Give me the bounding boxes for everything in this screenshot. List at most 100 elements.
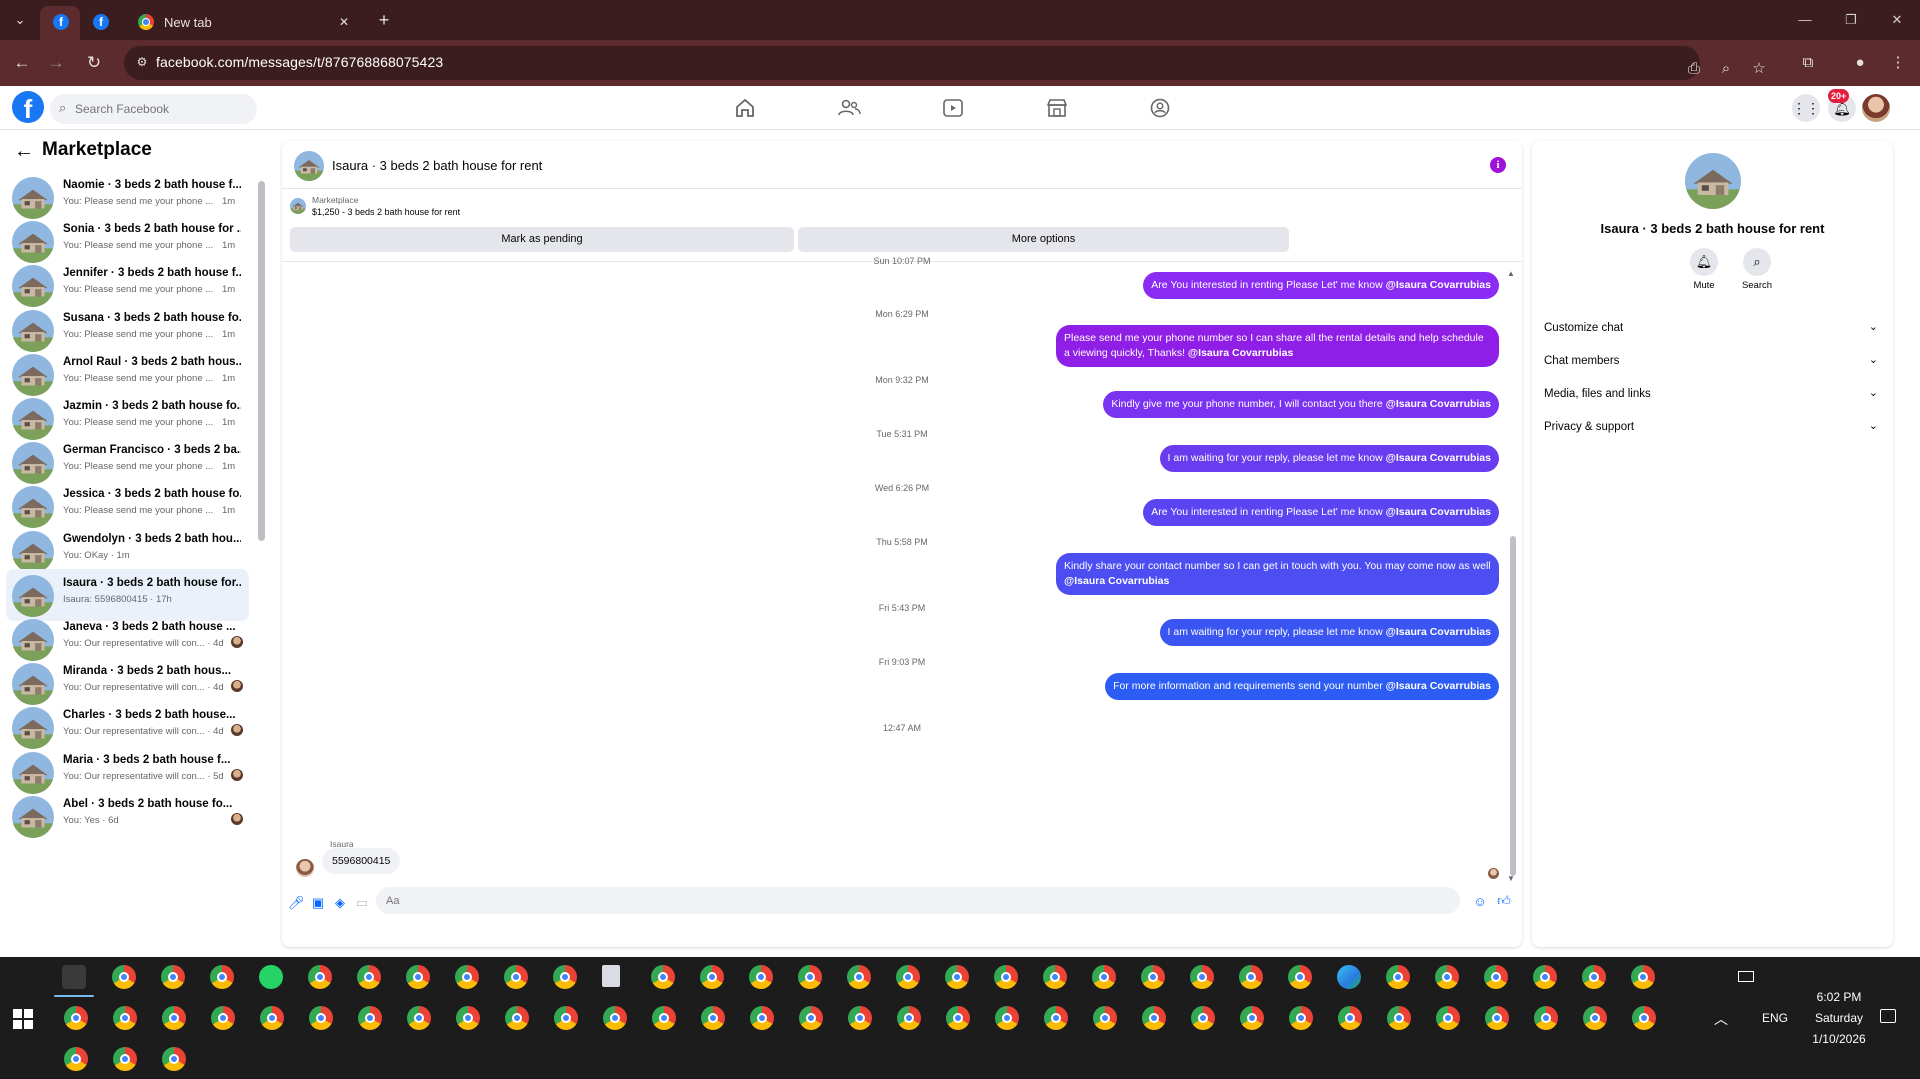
search-conversation-button[interactable]: ⌕ Search [1737, 248, 1777, 291]
listing-thumbnail[interactable] [294, 151, 324, 181]
chrome-icon[interactable] [113, 1047, 137, 1071]
minimize-button[interactable]: — [1790, 8, 1820, 32]
back-arrow-icon[interactable]: ← [14, 140, 34, 162]
chrome-icon[interactable] [994, 965, 1018, 989]
document-app-icon[interactable] [602, 965, 620, 987]
chrome-icon[interactable] [651, 965, 675, 989]
pinned-app-icon[interactable] [62, 965, 86, 989]
chrome-icon[interactable] [1092, 965, 1116, 989]
chrome-icon[interactable] [1485, 1006, 1509, 1030]
chrome-icon[interactable] [946, 1006, 970, 1030]
notification-center-icon[interactable] [1880, 1009, 1896, 1023]
mention-link[interactable]: @Isaura Covarrubias [1064, 575, 1169, 587]
outgoing-message-bubble[interactable]: Are You interested in renting Please Let… [1143, 272, 1499, 300]
chrome-icon[interactable] [161, 965, 185, 989]
chrome-icon[interactable] [652, 1006, 676, 1030]
mention-link[interactable]: @Isaura Covarrubias [1386, 626, 1491, 638]
outgoing-message-bubble[interactable]: Kindly share your contact number so I ca… [1056, 553, 1499, 596]
emoji-icon[interactable]: ☺ [1472, 894, 1488, 910]
chrome-icon[interactable] [1631, 965, 1655, 989]
marketplace-icon[interactable] [1043, 94, 1071, 122]
chrome-icon[interactable] [1142, 1006, 1166, 1030]
chrome-icon[interactable] [897, 1006, 921, 1030]
chrome-icon[interactable] [406, 965, 430, 989]
tab-new-tab[interactable]: New tab ✕ [126, 6, 360, 40]
chrome-icon[interactable] [1583, 1006, 1607, 1030]
mention-link[interactable]: @Isaura Covarrubias [1386, 452, 1491, 464]
chrome-icon[interactable] [1533, 965, 1557, 989]
chrome-icon[interactable] [896, 965, 920, 989]
outgoing-message-bubble[interactable]: For more information and requirements se… [1105, 673, 1499, 701]
chrome-icon[interactable] [1484, 965, 1508, 989]
chrome-icon[interactable] [162, 1047, 186, 1071]
chrome-icon[interactable] [798, 965, 822, 989]
restore-button[interactable]: ❐ [1836, 8, 1866, 32]
chat-members-row[interactable]: Chat members ⌄ [1544, 350, 1878, 374]
listing-price-title[interactable]: $1,250 - 3 beds 2 bath house for rent [312, 207, 460, 217]
page-scrollbar[interactable] [1906, 130, 1920, 957]
friends-icon[interactable] [835, 94, 863, 122]
chrome-icon[interactable] [750, 1006, 774, 1030]
chrome-icon[interactable] [504, 965, 528, 989]
chrome-icon[interactable] [1043, 965, 1067, 989]
outgoing-message-bubble[interactable]: I am waiting for your reply, please let … [1159, 445, 1499, 473]
more-menu-icon[interactable]: ⋮ [1886, 51, 1910, 75]
mark-as-pending-button[interactable]: Mark as pending [290, 227, 794, 252]
outgoing-message-bubble[interactable]: Please send me your phone number so I ca… [1056, 325, 1499, 368]
video-icon[interactable] [939, 94, 967, 122]
message-scroll-thumb[interactable] [1510, 536, 1516, 876]
tray-chevron-up-icon[interactable]: ︿ [1714, 1009, 1728, 1029]
microphone-icon[interactable]: 🎤︎ [288, 895, 305, 911]
chrome-icon[interactable] [1044, 1006, 1068, 1030]
chrome-icon[interactable] [847, 965, 871, 989]
back-button[interactable]: ← [8, 49, 36, 77]
forward-button[interactable]: → [42, 49, 70, 77]
scroll-up-arrow-icon[interactable]: ▲ [1507, 269, 1515, 278]
chrome-icon[interactable] [357, 965, 381, 989]
tab-facebook-1[interactable]: f [40, 6, 80, 40]
close-icon[interactable]: ✕ [334, 12, 354, 32]
chrome-icon[interactable] [1582, 965, 1606, 989]
customize-chat-row[interactable]: Customize chat ⌄ [1544, 317, 1878, 341]
facebook-search[interactable]: ⌕ [50, 94, 257, 124]
chrome-icon[interactable] [309, 1006, 333, 1030]
clock-date[interactable]: 1/10/2026 [1804, 1032, 1874, 1046]
chrome-icon[interactable] [554, 1006, 578, 1030]
chrome-icon[interactable] [1338, 1006, 1362, 1030]
chrome-icon[interactable] [1534, 1006, 1558, 1030]
chat-title[interactable]: Isaura · 3 beds 2 bath house for rent [332, 158, 542, 173]
privacy-support-row[interactable]: Privacy & support ⌄ [1544, 416, 1878, 440]
chrome-icon[interactable] [64, 1006, 88, 1030]
sticker-icon[interactable]: ◈ [332, 895, 348, 911]
mute-button[interactable]: 🔔︎ Mute [1684, 248, 1724, 291]
chrome-icon[interactable] [505, 1006, 529, 1030]
mention-link[interactable]: @Isaura Covarrubias [1386, 398, 1491, 410]
chrome-icon[interactable] [701, 1006, 725, 1030]
media-files-links-row[interactable]: Media, files and links ⌄ [1544, 383, 1878, 407]
whatsapp-icon[interactable] [259, 965, 283, 989]
listing-large-thumbnail[interactable] [1685, 153, 1741, 209]
chrome-icon[interactable] [1288, 965, 1312, 989]
chrome-icon[interactable] [113, 1006, 137, 1030]
chrome-icon[interactable] [1191, 1006, 1215, 1030]
menu-grid-icon[interactable]: ⋮⋮ [1792, 94, 1820, 122]
profile-icon[interactable]: ● [1848, 51, 1872, 75]
chrome-icon[interactable] [1240, 1006, 1264, 1030]
photo-icon[interactable]: ▣ [310, 895, 326, 911]
chrome-icon[interactable] [1141, 965, 1165, 989]
chrome-icon[interactable] [1387, 1006, 1411, 1030]
edge-icon[interactable] [1337, 965, 1361, 989]
install-app-icon[interactable]: ⎙ [1682, 57, 1706, 81]
clock-time[interactable]: 6:02 PM [1804, 990, 1874, 1004]
chrome-icon[interactable] [1093, 1006, 1117, 1030]
zoom-icon[interactable]: ⌕ [1714, 57, 1738, 81]
chrome-icon[interactable] [112, 965, 136, 989]
mention-link[interactable]: @Isaura Covarrubias [1386, 680, 1491, 692]
chrome-icon[interactable] [1632, 1006, 1656, 1030]
facebook-logo[interactable]: f [12, 91, 44, 123]
chrome-icon[interactable] [1190, 965, 1214, 989]
incoming-message-bubble[interactable]: 5596800415 [322, 848, 401, 874]
chrome-icon[interactable] [1386, 965, 1410, 989]
chrome-icon[interactable] [260, 1006, 284, 1030]
chrome-icon[interactable] [1239, 965, 1263, 989]
